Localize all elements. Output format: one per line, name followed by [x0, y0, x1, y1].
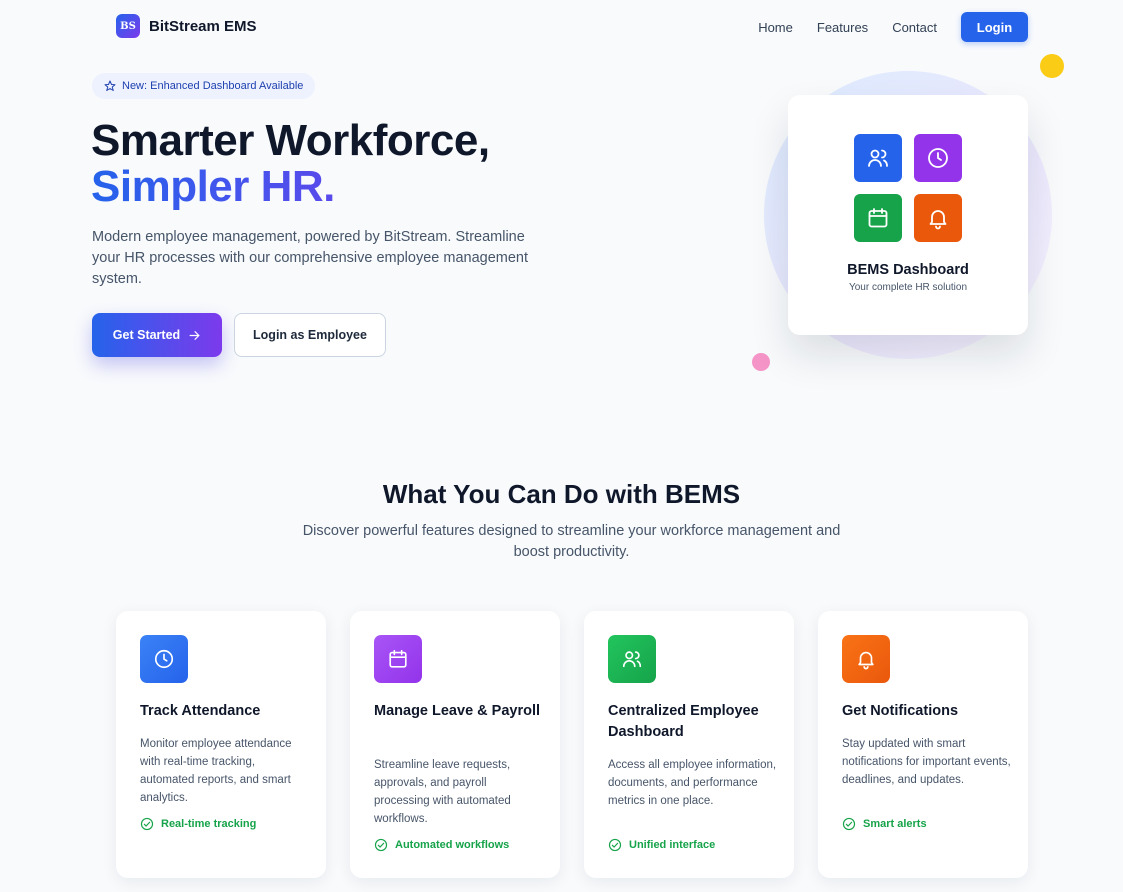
- brand-logo: BS: [116, 14, 140, 38]
- feature-card-description: Monitor employee attendance with real-ti…: [140, 738, 292, 804]
- nav-link-home[interactable]: Home: [758, 20, 793, 35]
- feature-card-tag: Unified interface: [608, 838, 715, 852]
- feature-card-attendance: Track Attendance Monitor employee attend…: [116, 611, 326, 878]
- brand[interactable]: BS BitStream EMS: [116, 14, 257, 38]
- feature-card-title: Get Notifications: [842, 703, 959, 719]
- feature-card-description: Streamline leave requests, approvals, an…: [374, 759, 511, 825]
- feature-card-title: Centralized Employee Dashboard: [608, 703, 759, 740]
- dashboard-tile-bell: [914, 194, 962, 242]
- clock-icon: [928, 148, 948, 168]
- dashboard-tile-clock: [914, 134, 962, 182]
- login-as-employee-button[interactable]: Login as Employee: [234, 313, 386, 357]
- feature-card-tag-label: Unified interface: [629, 839, 716, 851]
- check-circle-icon: [608, 838, 622, 852]
- users-icon: [622, 651, 642, 668]
- star-icon: [104, 80, 116, 91]
- dashboard-card-title: BEMS Dashboard: [847, 262, 969, 278]
- nav-link-features[interactable]: Features: [817, 20, 868, 35]
- get-started-label: Get Started: [112, 328, 181, 342]
- feature-card-leave-payroll: Manage Leave & Payroll Streamline leave …: [350, 611, 560, 878]
- users-icon: [868, 149, 888, 167]
- feature-card-employee-dashboard: Centralized Employee Dashboard Access al…: [584, 611, 794, 878]
- feature-card-description: Access all employee information, documen…: [608, 759, 777, 807]
- features-subtitle: Discover powerful features designed to s…: [302, 523, 841, 560]
- hero-title-line2: Simpler HR.: [91, 164, 490, 210]
- feature-card-title: Manage Leave & Payroll: [374, 703, 541, 719]
- decorative-dot-pink: [752, 353, 770, 371]
- dashboard-preview-card: BEMS Dashboard Your complete HR solution: [788, 95, 1028, 335]
- brand-name: BitStream EMS: [149, 17, 257, 35]
- announcement-badge-text: New: Enhanced Dashboard Available: [122, 80, 304, 92]
- nav-link-contact[interactable]: Contact: [892, 20, 937, 35]
- calendar-icon: [389, 649, 407, 668]
- dashboard-card-subtitle: Your complete HR solution: [848, 282, 968, 293]
- check-circle-icon: [374, 838, 388, 852]
- hero-title: Smarter Workforce, Simpler HR.: [91, 118, 490, 210]
- feature-card-tag: Automated workflows: [374, 838, 509, 852]
- feature-card-tag-label: Smart alerts: [863, 818, 927, 830]
- feature-icon-box: [608, 635, 656, 683]
- feature-card-title: Track Attendance: [140, 703, 261, 719]
- decorative-dot-yellow: [1040, 54, 1064, 78]
- feature-card-notifications: Get Notifications Stay updated with smar…: [818, 611, 1028, 878]
- calendar-icon: [868, 208, 888, 228]
- check-circle-icon: [842, 817, 856, 831]
- check-circle-icon: [140, 817, 154, 831]
- feature-card-tag-label: Automated workflows: [395, 839, 510, 851]
- feature-icon-box: [842, 635, 890, 683]
- hero-title-line1: Smarter Workforce,: [91, 116, 490, 165]
- get-started-button[interactable]: Get Started: [92, 313, 222, 357]
- arrow-right-icon: [189, 330, 200, 340]
- feature-icon-box: [374, 635, 422, 683]
- feature-icon-box: [140, 635, 188, 683]
- announcement-badge: New: Enhanced Dashboard Available: [92, 73, 316, 99]
- feature-card-tag: Real-time tracking: [140, 817, 256, 831]
- feature-card-tag: Smart alerts: [842, 817, 927, 831]
- bell-icon: [858, 651, 874, 670]
- top-navigation: BS BitStream EMS Home Features Contact L…: [0, 0, 1123, 54]
- dashboard-tile-users: [854, 134, 902, 182]
- dashboard-tile-calendar: [854, 194, 902, 242]
- feature-card-tag-label: Real-time tracking: [161, 818, 257, 830]
- features-title: What You Can Do with BEMS: [382, 479, 741, 509]
- hero-subtitle: Modern employee management, powered by B…: [92, 229, 529, 287]
- nav-links: Home Features Contact Login: [758, 12, 1028, 42]
- bell-icon: [929, 210, 947, 230]
- clock-icon: [154, 649, 174, 669]
- nav-login-button[interactable]: Login: [961, 12, 1028, 42]
- feature-card-description: Stay updated with smart notifications fo…: [842, 738, 1011, 786]
